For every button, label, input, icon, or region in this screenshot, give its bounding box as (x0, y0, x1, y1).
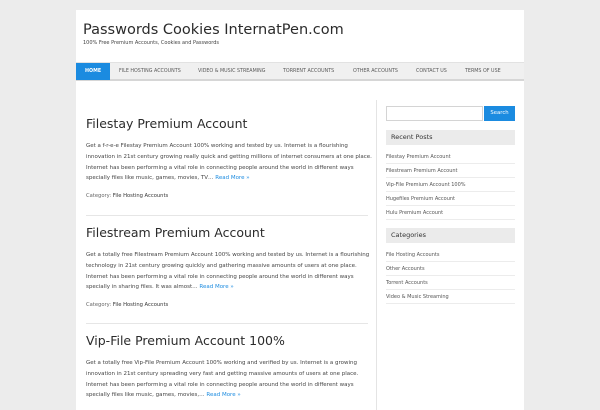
excerpt-line: Get a totally free Filestream Premium Ac… (86, 252, 370, 258)
post-category: Category: File Hosting Accounts (86, 302, 368, 308)
search-button[interactable]: Search (484, 106, 515, 121)
post-excerpt: Get a totally free Vip-File Premium Acco… (86, 358, 368, 401)
recent-post-link[interactable]: Hulu Premium Account (386, 206, 515, 220)
post-title[interactable]: Filestream Premium Account (86, 225, 368, 240)
category-label: Category: (86, 193, 112, 200)
excerpt-text: specially files like music, games, movie… (86, 392, 205, 399)
post-1: Filestay Premium Account Get a f-r-e-e F… (86, 116, 372, 199)
nav-item-torrent-accounts[interactable]: Torrent Accounts (283, 63, 334, 80)
excerpt-line: Internet has been performing a vital rol… (86, 273, 354, 280)
category-link[interactable]: Other Accounts (386, 262, 515, 276)
recent-post-link[interactable]: Filestream Premium Account (386, 164, 515, 178)
excerpt-line: Internet has been performing a vital rol… (86, 381, 354, 388)
search-input[interactable] (386, 106, 483, 121)
site-title[interactable]: Passwords Cookies InternatPen.com (83, 22, 344, 38)
read-more-link[interactable]: Read More » (199, 284, 233, 290)
read-more-link[interactable]: Read More » (215, 175, 249, 181)
nav-item-other-accounts[interactable]: Other Accounts (353, 63, 398, 80)
excerpt-line: Get a totally free Vip-File Premium Acco… (86, 360, 357, 366)
nav-item-home[interactable]: Home (76, 63, 111, 80)
excerpt-line: specially in sharing files. It was almos… (86, 282, 368, 293)
nav-item-file-hosting-accounts[interactable]: File Hosting Accounts (119, 63, 181, 80)
category-label: Category: (86, 302, 112, 309)
excerpt-line: specially files like music, games, movie… (86, 173, 368, 184)
post-excerpt: Get a totally free Filestream Premium Ac… (86, 250, 370, 293)
excerpt-text: specially in sharing files. It was almos… (86, 284, 198, 291)
post-category: Category: File Hosting Accounts (86, 193, 368, 199)
post-title[interactable]: Filestay Premium Account (86, 116, 368, 131)
recent-post-link[interactable]: Hugefiles Premium Account (386, 192, 515, 206)
post-3: Vip-File Premium Account 100% Get a tota… (86, 333, 368, 401)
excerpt-line: innovation in 21st century spreading ver… (86, 370, 359, 377)
post-2: Filestream Premium Account Get a totally… (86, 225, 370, 308)
recent-post-link[interactable]: Filestay Premium Account (386, 150, 515, 164)
main-navigation: Home File Hosting Accounts Video & Music… (76, 62, 524, 81)
post-title[interactable]: Vip-File Premium Account 100% (86, 333, 368, 348)
category-link[interactable]: Video & Music Streaming (386, 290, 515, 304)
read-more-link[interactable]: Read More » (206, 392, 240, 398)
site-description: 100% Free Premium Accounts, Cookies and … (83, 40, 220, 46)
recent-posts-heading: Recent Posts (386, 130, 515, 145)
post-divider (86, 323, 368, 324)
page-container: Passwords Cookies InternatPen.com 100% F… (76, 10, 524, 410)
excerpt-line: technology in 21st century growing quick… (86, 262, 357, 269)
nav-item-video-music-streaming[interactable]: Video & Music Streaming (198, 63, 265, 80)
categories-heading: Categories (386, 228, 515, 243)
category-link[interactable]: File Hosting Accounts (386, 248, 515, 262)
post-excerpt: Get a f-r-e-e Filestay Premium Account 1… (86, 141, 372, 184)
excerpt-text: specially files like music, games, movie… (86, 175, 214, 182)
nav-item-terms-of-use[interactable]: Terms of Use (465, 63, 501, 80)
nav-item-contact-us[interactable]: Contact Us (416, 63, 447, 80)
excerpt-line: Get a f-r-e-e Filestay Premium Account 1… (86, 143, 348, 149)
excerpt-line: Internet has been performing a vital rol… (86, 164, 354, 171)
category-link[interactable]: File Hosting Accounts (113, 302, 168, 308)
excerpt-line: innovation in 21st century growing reall… (86, 153, 372, 160)
column-divider (376, 100, 377, 410)
post-divider (86, 215, 368, 216)
recent-post-link[interactable]: Vip-File Premium Account 100% (386, 178, 515, 192)
category-link[interactable]: Torrent Accounts (386, 276, 515, 290)
category-link[interactable]: File Hosting Accounts (113, 193, 168, 199)
